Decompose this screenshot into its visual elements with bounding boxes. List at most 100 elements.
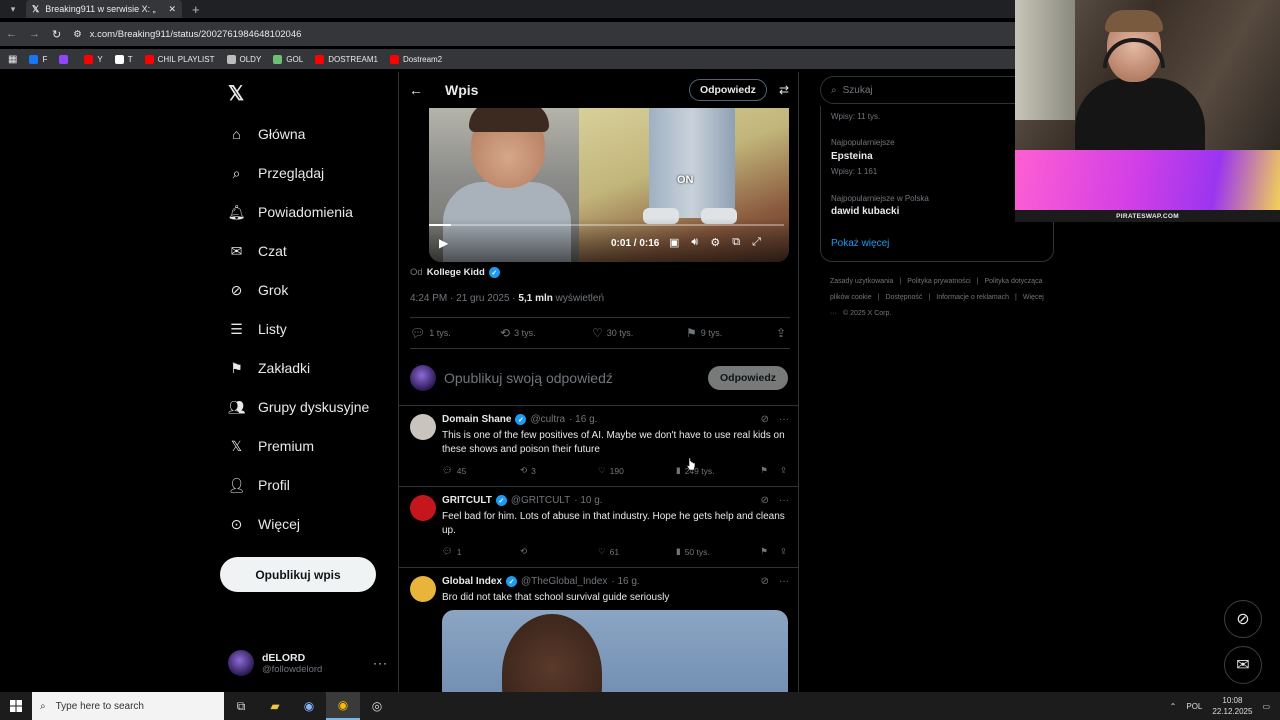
tweet-media[interactable] — [442, 610, 788, 692]
forward-icon[interactable]: → — [29, 28, 40, 40]
nav-item-10[interactable]: ⊙ Więcej — [228, 512, 300, 536]
task-view-icon[interactable]: ⧉ — [224, 692, 258, 720]
obs-icon[interactable]: ◎ — [360, 692, 394, 720]
bookmark-item[interactable]: T — [114, 54, 133, 64]
nav-item-9[interactable]: 👤︎ Profil — [228, 473, 290, 497]
grok-icon[interactable]: ⊘ — [761, 576, 769, 587]
avatar[interactable] — [410, 414, 436, 440]
apps-grid-icon[interactable]: ▦ — [8, 54, 17, 65]
repost-stat[interactable]: ⟲ — [520, 546, 598, 557]
tab-close-icon[interactable]: ✕ — [168, 4, 176, 15]
tab-search-icon[interactable]: ▾ — [0, 0, 26, 18]
bookmark-icon[interactable]: ⚑ — [760, 546, 768, 557]
chrome-profile-icon[interactable]: ◉ — [292, 692, 326, 720]
play-icon[interactable]: ▶ — [439, 236, 448, 250]
nav-item-1[interactable]: ⌕ Przeglądaj — [228, 161, 325, 185]
share-icon[interactable]: ⇪ — [776, 326, 786, 340]
bookmark-item[interactable]: Dostream2 — [390, 54, 442, 64]
nav-item-2[interactable]: 🔔︎ Powiadomienia — [228, 200, 353, 224]
author-handle[interactable]: @GRITCULT — [511, 495, 570, 506]
like-stat[interactable]: ♡ 61 — [598, 546, 676, 557]
account-switcher[interactable]: dELORD @followdelord ··· — [228, 647, 388, 679]
more-dots-icon[interactable]: ··· — [779, 414, 789, 425]
more-dots-icon[interactable]: ··· — [779, 495, 789, 506]
share-icon[interactable]: ⇪ — [780, 465, 787, 476]
nav-item-5[interactable]: ☰ Listy — [228, 317, 287, 341]
avatar[interactable] — [410, 495, 436, 521]
picture-in-picture-icon[interactable]: ⧉ — [732, 236, 740, 249]
more-dots-icon[interactable]: ··· — [373, 656, 388, 670]
grok-fab-icon[interactable]: ⊘ — [1224, 600, 1262, 638]
tray-chevron-icon[interactable]: ⌃ — [1170, 702, 1177, 711]
trend-title[interactable]: dawid kubacki — [831, 206, 899, 217]
post-button[interactable]: Opublikuj wpis — [220, 557, 376, 592]
grok-icon[interactable]: ⊘ — [761, 414, 769, 425]
bookmark-item[interactable]: CHIL PLAYLIST — [144, 54, 215, 64]
file-explorer-icon[interactable]: ▰ — [258, 692, 292, 720]
bookmark-item[interactable]: GOL — [273, 54, 303, 64]
footer-link[interactable]: Informacje o reklamach — [936, 294, 1009, 301]
language-indicator[interactable]: POL — [1186, 702, 1202, 711]
trend-title[interactable]: Epsteina — [831, 151, 873, 162]
reply-stat[interactable]: 💬︎ 1 — [442, 546, 520, 557]
like-stat[interactable]: ♡ 190 — [598, 465, 676, 476]
volume-icon[interactable]: 🔊︎ — [691, 236, 698, 249]
author-handle[interactable]: @cultra — [530, 414, 565, 425]
windows-start-icon[interactable] — [0, 692, 32, 720]
nav-item-7[interactable]: 👥︎ Grupy dyskusyjne — [228, 395, 370, 419]
messages-fab-icon[interactable]: ✉ — [1224, 646, 1262, 684]
reply-input[interactable]: Opublikuj swoją odpowiedź — [444, 370, 613, 386]
reply-tweet[interactable]: Domain Shane ✓ @cultra · 16 g. ⊘ ··· This is o… — [399, 406, 798, 487]
video-progress-bar[interactable] — [429, 224, 784, 226]
share-icon[interactable]: ⇪ — [780, 546, 787, 557]
new-tab-icon[interactable]: + — [192, 2, 200, 17]
more-dots-icon[interactable]: ··· — [779, 576, 789, 587]
source-name-link[interactable]: Kollege Kidd — [427, 267, 485, 278]
back-icon[interactable]: ← — [6, 28, 17, 40]
repost-stat[interactable]: ⟲ 3 tys. — [500, 326, 592, 340]
author-name[interactable]: GRITCULT — [442, 495, 492, 506]
author-name[interactable]: Global Index — [442, 576, 502, 587]
reply-tweet[interactable]: Global Index ✓ @TheGlobal_Index · 16 g. ⊘ ···… — [399, 568, 798, 692]
nav-item-8[interactable]: 𝕏 Premium — [228, 434, 314, 458]
grok-icon[interactable]: ⊘ — [761, 495, 769, 506]
x-logo-icon[interactable]: 𝕏 — [228, 81, 244, 106]
footer-link[interactable]: © 2025 X Corp. — [843, 310, 891, 317]
timestamp-text[interactable]: 4:24 PM · 21 gru 2025 · — [410, 293, 516, 304]
taskbar-search-input[interactable]: ⌕ Type here to search — [32, 692, 224, 720]
clock[interactable]: 10:08 22.12.2025 — [1212, 695, 1252, 717]
bookmark-item[interactable]: DOSTREAM1 — [315, 54, 378, 64]
chrome-icon[interactable]: ◉ — [326, 692, 360, 720]
bookmark-stat[interactable]: ⚑ 9 tys. — [686, 326, 776, 340]
reply-stat[interactable]: 💬︎ 1 tys. — [410, 326, 500, 340]
bookmark-item[interactable]: OLDY — [226, 54, 261, 64]
footer-link[interactable]: Polityka prywatności — [907, 278, 970, 285]
notifications-icon[interactable]: ▭ — [1262, 702, 1270, 711]
show-more-link[interactable]: Pokaż więcej — [831, 238, 889, 249]
browser-tab[interactable]: 𝕏 Breaking911 w serwisie X: „ ✕ — [26, 0, 182, 18]
fullscreen-icon[interactable]: ⤢ — [752, 236, 761, 249]
nav-item-4[interactable]: ⊘ Grok — [228, 278, 289, 302]
reload-icon[interactable]: ↻ — [52, 28, 61, 41]
repost-stat[interactable]: ⟲ 3 — [520, 465, 598, 476]
reply-header-button[interactable]: Odpowiedz — [688, 79, 767, 101]
footer-link[interactable]: Dostępność — [885, 294, 922, 301]
like-stat[interactable]: ♡ 30 tys. — [592, 326, 686, 340]
bookmark-item[interactable]: Y — [84, 54, 103, 64]
nav-item-3[interactable]: ✉ Czat — [228, 239, 287, 263]
avatar[interactable] — [410, 576, 436, 602]
bookmark-item[interactable]: F — [29, 54, 47, 64]
footer-link[interactable]: Zasady użytkowania — [830, 278, 893, 285]
nav-item-6[interactable]: ⚑ Zakładki — [228, 356, 310, 380]
reply-submit-button[interactable]: Odpowiedz — [708, 365, 788, 390]
author-handle[interactable]: @TheGlobal_Index — [521, 576, 607, 587]
reply-tweet[interactable]: GRITCULT ✓ @GRITCULT · 10 g. ⊘ ··· Feel bad fo… — [399, 487, 798, 568]
site-settings-icon[interactable]: ⚙ — [73, 29, 82, 40]
bookmark-item[interactable] — [59, 54, 72, 64]
bookmark-icon[interactable]: ⚑ — [760, 465, 768, 476]
author-name[interactable]: Domain Shane — [442, 414, 511, 425]
settings-gear-icon[interactable]: ⚙ — [710, 236, 720, 249]
captions-icon[interactable]: ▣ — [669, 236, 679, 249]
nav-item-0[interactable]: ⌂ Główna — [228, 122, 305, 146]
sliders-icon[interactable]: ⇄ — [779, 83, 789, 97]
